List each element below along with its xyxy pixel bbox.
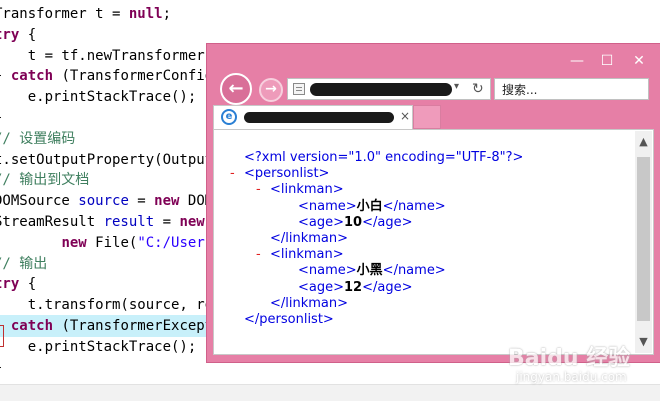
code-token: // 设置编码 <box>0 130 76 147</box>
xml-tag: </age> <box>362 279 413 295</box>
code-token: catch <box>10 318 54 334</box>
code-token: { <box>19 26 37 43</box>
xml-value: 10 <box>344 214 363 230</box>
xml-tag: <?xml version="1.0" encoding="UTF-8"?> <box>244 150 524 165</box>
address-dropdown-icon[interactable]: ▾ <box>454 81 459 92</box>
code-token: = <box>154 214 180 230</box>
xml-viewer[interactable]: <?xml version="1.0" encoding="UTF-8"?> - <… <box>213 129 654 355</box>
code-token: t = tf.newTransformer(); <box>0 47 231 64</box>
xml-tag: </name> <box>382 198 446 214</box>
xml-line: <name>小黑</name> <box>298 263 446 279</box>
ie-icon: e <box>221 109 237 125</box>
address-url-redacted[interactable] <box>310 83 452 96</box>
tab-close-icon[interactable]: × <box>400 109 410 123</box>
vertical-scrollbar[interactable]: ▲ ▼ <box>635 131 652 353</box>
code-token: { <box>19 276 37 293</box>
code-token: e.printStackTrace(); <box>0 338 197 355</box>
collapse-toggle[interactable]: - <box>256 182 261 198</box>
xml-value: 小白 <box>356 198 383 214</box>
code-token: null <box>128 6 163 22</box>
xml-line: </linkman> <box>270 296 348 312</box>
xml-tag: <age> <box>298 279 345 295</box>
error-marker <box>0 325 4 347</box>
code-token: new <box>61 234 87 251</box>
xml-tag: </linkman> <box>270 231 349 246</box>
xml-value: 12 <box>344 279 363 295</box>
code-token: File( <box>86 234 138 251</box>
xml-tag: </name> <box>382 263 446 279</box>
xml-tag: <name> <box>298 263 357 279</box>
xml-tag: </personlist> <box>244 312 334 327</box>
xml-line: <linkman> <box>270 182 344 198</box>
xml-value: 小黑 <box>356 263 383 279</box>
code-token: e.printStackTrace(); <box>0 89 197 106</box>
new-tab-button[interactable] <box>413 105 441 129</box>
xml-line: <linkman> <box>270 247 344 263</box>
xml-line: </personlist> <box>244 312 334 328</box>
code-token: source <box>78 193 129 210</box>
code-token: new <box>179 214 205 230</box>
code-line[interactable]: Transformer t = null; <box>0 3 654 25</box>
scroll-thumb[interactable] <box>637 157 650 321</box>
code-token: } <box>0 360 2 376</box>
tab-active[interactable]: e × <box>213 105 413 129</box>
xml-line: <name>小白</name> <box>298 199 446 215</box>
code-token: catch <box>10 68 54 85</box>
code-token: // 输出到文档 <box>0 172 90 189</box>
refresh-icon[interactable]: ↻ <box>472 79 484 99</box>
browser-window[interactable]: — ☐ ✕ ← → ▾ ↻ 搜索... e × <?xml version="1… <box>207 44 660 362</box>
xml-tag: </linkman> <box>270 295 349 311</box>
code-token: } <box>0 110 2 126</box>
xml-line: <age>10</age> <box>298 215 413 231</box>
xml-tag: <linkman> <box>270 247 344 263</box>
tab-title-redacted <box>244 112 394 123</box>
xml-line: <?xml version="1.0" encoding="UTF-8"?> <box>244 150 523 166</box>
back-button[interactable]: ← <box>220 73 252 105</box>
minimize-button[interactable]: — <box>563 51 591 71</box>
xml-tag: </age> <box>362 214 413 230</box>
xml-tag: <personlist> <box>244 166 330 182</box>
code-token: try <box>0 26 20 43</box>
xml-tag: <name> <box>298 198 357 214</box>
watermark-url: jingyan.baidu.com <box>516 370 627 384</box>
search-placeholder: 搜索... <box>502 83 538 97</box>
close-button[interactable]: ✕ <box>625 51 653 71</box>
code-token: = <box>128 193 155 210</box>
forward-button[interactable]: → <box>259 78 283 102</box>
code-token: Transformer t = <box>0 6 129 22</box>
code-token: DOMSource <box>0 193 79 210</box>
collapse-toggle[interactable]: - <box>230 166 235 182</box>
code-line[interactable]: try { <box>0 24 654 46</box>
code-token: } <box>0 68 11 84</box>
xml-tag: <age> <box>298 214 345 230</box>
code-token: new <box>154 193 180 210</box>
code-token: result <box>103 214 155 230</box>
code-token: StreamResult <box>0 214 104 230</box>
search-input[interactable]: 搜索... <box>494 78 649 100</box>
code-token: try <box>0 276 20 293</box>
address-bar[interactable]: ▾ ↻ <box>287 78 491 100</box>
code-token: ; <box>162 6 172 22</box>
xml-line: </linkman> <box>270 231 348 247</box>
baidu-watermark: Baidu 经验 jingyan.baidu.com <box>508 340 658 396</box>
xml-line: <age>12</age> <box>298 280 413 296</box>
scroll-up-icon[interactable]: ▲ <box>635 135 652 148</box>
maximize-button[interactable]: ☐ <box>593 51 621 71</box>
xml-tag: <linkman> <box>270 182 344 198</box>
collapse-toggle[interactable]: - <box>256 247 261 263</box>
watermark-logo: Baidu 经验 <box>508 346 631 371</box>
code-token: // 输出 <box>0 255 48 272</box>
xml-line: <personlist> <box>244 166 329 182</box>
page-icon <box>293 83 305 95</box>
